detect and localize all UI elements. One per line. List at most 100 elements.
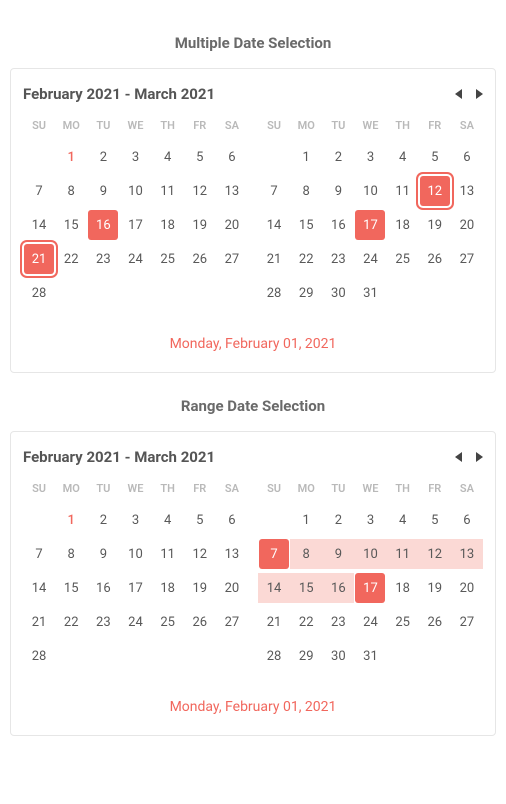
day-cell[interactable]: 9	[322, 539, 354, 569]
day-cell[interactable]: 25	[153, 607, 183, 637]
day-cell[interactable]: 22	[56, 244, 86, 274]
day-cell[interactable]: 3	[355, 505, 385, 535]
day-cell[interactable]: 7	[259, 539, 289, 569]
prev-month-icon[interactable]	[455, 452, 462, 462]
day-cell[interactable]: 16	[322, 573, 354, 603]
day-cell[interactable]: 10	[120, 176, 150, 206]
day-cell[interactable]: 25	[388, 244, 418, 274]
day-cell[interactable]: 23	[323, 244, 353, 274]
day-cell[interactable]: 29	[291, 641, 321, 671]
day-cell[interactable]: 21	[259, 607, 289, 637]
day-cell[interactable]: 12	[420, 176, 450, 206]
day-cell[interactable]: 15	[56, 573, 86, 603]
day-cell[interactable]: 23	[323, 607, 353, 637]
day-cell[interactable]: 10	[355, 176, 385, 206]
day-cell[interactable]: 19	[420, 573, 450, 603]
day-cell[interactable]: 6	[452, 505, 482, 535]
day-cell[interactable]: 28	[259, 641, 289, 671]
day-cell[interactable]: 5	[185, 142, 215, 172]
day-cell[interactable]: 26	[185, 244, 215, 274]
day-cell[interactable]: 13	[217, 176, 247, 206]
day-cell[interactable]: 28	[24, 278, 54, 308]
day-cell[interactable]: 25	[153, 244, 183, 274]
day-cell[interactable]: 16	[88, 573, 118, 603]
day-cell[interactable]: 10	[120, 539, 150, 569]
day-cell[interactable]: 27	[217, 244, 247, 274]
day-cell[interactable]: 8	[56, 539, 86, 569]
day-cell[interactable]: 20	[452, 573, 482, 603]
next-month-icon[interactable]	[476, 452, 483, 462]
day-cell[interactable]: 14	[24, 210, 54, 240]
day-cell[interactable]: 17	[355, 573, 385, 603]
day-cell[interactable]: 5	[420, 505, 450, 535]
day-cell[interactable]: 2	[88, 505, 118, 535]
day-cell[interactable]: 18	[153, 210, 183, 240]
day-cell[interactable]: 18	[388, 210, 418, 240]
day-cell[interactable]: 20	[452, 210, 482, 240]
day-cell[interactable]: 31	[355, 641, 385, 671]
day-cell[interactable]: 21	[259, 244, 289, 274]
day-cell[interactable]: 4	[153, 142, 183, 172]
day-cell[interactable]: 17	[120, 573, 150, 603]
day-cell[interactable]: 21	[24, 607, 54, 637]
day-cell[interactable]: 7	[24, 176, 54, 206]
day-cell[interactable]: 13	[451, 539, 483, 569]
day-cell[interactable]: 22	[56, 607, 86, 637]
day-cell[interactable]: 3	[120, 142, 150, 172]
day-cell[interactable]: 30	[323, 641, 353, 671]
day-cell[interactable]: 22	[291, 607, 321, 637]
day-cell[interactable]: 18	[388, 573, 418, 603]
day-cell[interactable]: 12	[419, 539, 451, 569]
day-cell[interactable]: 24	[355, 244, 385, 274]
day-cell[interactable]: 30	[323, 278, 353, 308]
day-cell[interactable]: 6	[452, 142, 482, 172]
prev-month-icon[interactable]	[455, 89, 462, 99]
day-cell[interactable]: 1	[56, 505, 86, 535]
day-cell[interactable]: 10	[354, 539, 386, 569]
day-cell[interactable]: 17	[120, 210, 150, 240]
day-cell[interactable]: 24	[120, 607, 150, 637]
day-cell[interactable]: 11	[153, 176, 183, 206]
day-cell[interactable]: 9	[88, 539, 118, 569]
next-month-icon[interactable]	[476, 89, 483, 99]
day-cell[interactable]: 23	[88, 607, 118, 637]
day-cell[interactable]: 17	[355, 210, 385, 240]
day-cell[interactable]: 2	[323, 505, 353, 535]
day-cell[interactable]: 1	[291, 142, 321, 172]
day-cell[interactable]: 15	[290, 573, 322, 603]
day-cell[interactable]: 25	[388, 607, 418, 637]
day-cell[interactable]: 31	[355, 278, 385, 308]
day-cell[interactable]: 9	[323, 176, 353, 206]
day-cell[interactable]: 1	[56, 142, 86, 172]
day-cell[interactable]: 14	[259, 210, 289, 240]
day-cell[interactable]: 11	[387, 539, 419, 569]
day-cell[interactable]: 8	[291, 176, 321, 206]
day-cell[interactable]: 23	[88, 244, 118, 274]
day-cell[interactable]: 8	[290, 539, 322, 569]
day-cell[interactable]: 14	[24, 573, 54, 603]
day-cell[interactable]: 26	[185, 607, 215, 637]
day-cell[interactable]: 7	[259, 176, 289, 206]
day-cell[interactable]: 9	[88, 176, 118, 206]
day-cell[interactable]: 13	[452, 176, 482, 206]
day-cell[interactable]: 28	[259, 278, 289, 308]
day-cell[interactable]: 24	[355, 607, 385, 637]
day-cell[interactable]: 2	[88, 142, 118, 172]
day-cell[interactable]: 20	[217, 573, 247, 603]
day-cell[interactable]: 27	[452, 607, 482, 637]
day-cell[interactable]: 13	[217, 539, 247, 569]
day-cell[interactable]: 28	[24, 641, 54, 671]
day-cell[interactable]: 19	[420, 210, 450, 240]
day-cell[interactable]: 22	[291, 244, 321, 274]
day-cell[interactable]: 18	[153, 573, 183, 603]
day-cell[interactable]: 12	[185, 176, 215, 206]
day-cell[interactable]: 11	[388, 176, 418, 206]
day-cell[interactable]: 4	[388, 505, 418, 535]
day-cell[interactable]: 12	[185, 539, 215, 569]
day-cell[interactable]: 2	[323, 142, 353, 172]
day-cell[interactable]: 3	[355, 142, 385, 172]
day-cell[interactable]: 27	[452, 244, 482, 274]
day-cell[interactable]: 29	[291, 278, 321, 308]
day-cell[interactable]: 11	[153, 539, 183, 569]
day-cell[interactable]: 7	[24, 539, 54, 569]
